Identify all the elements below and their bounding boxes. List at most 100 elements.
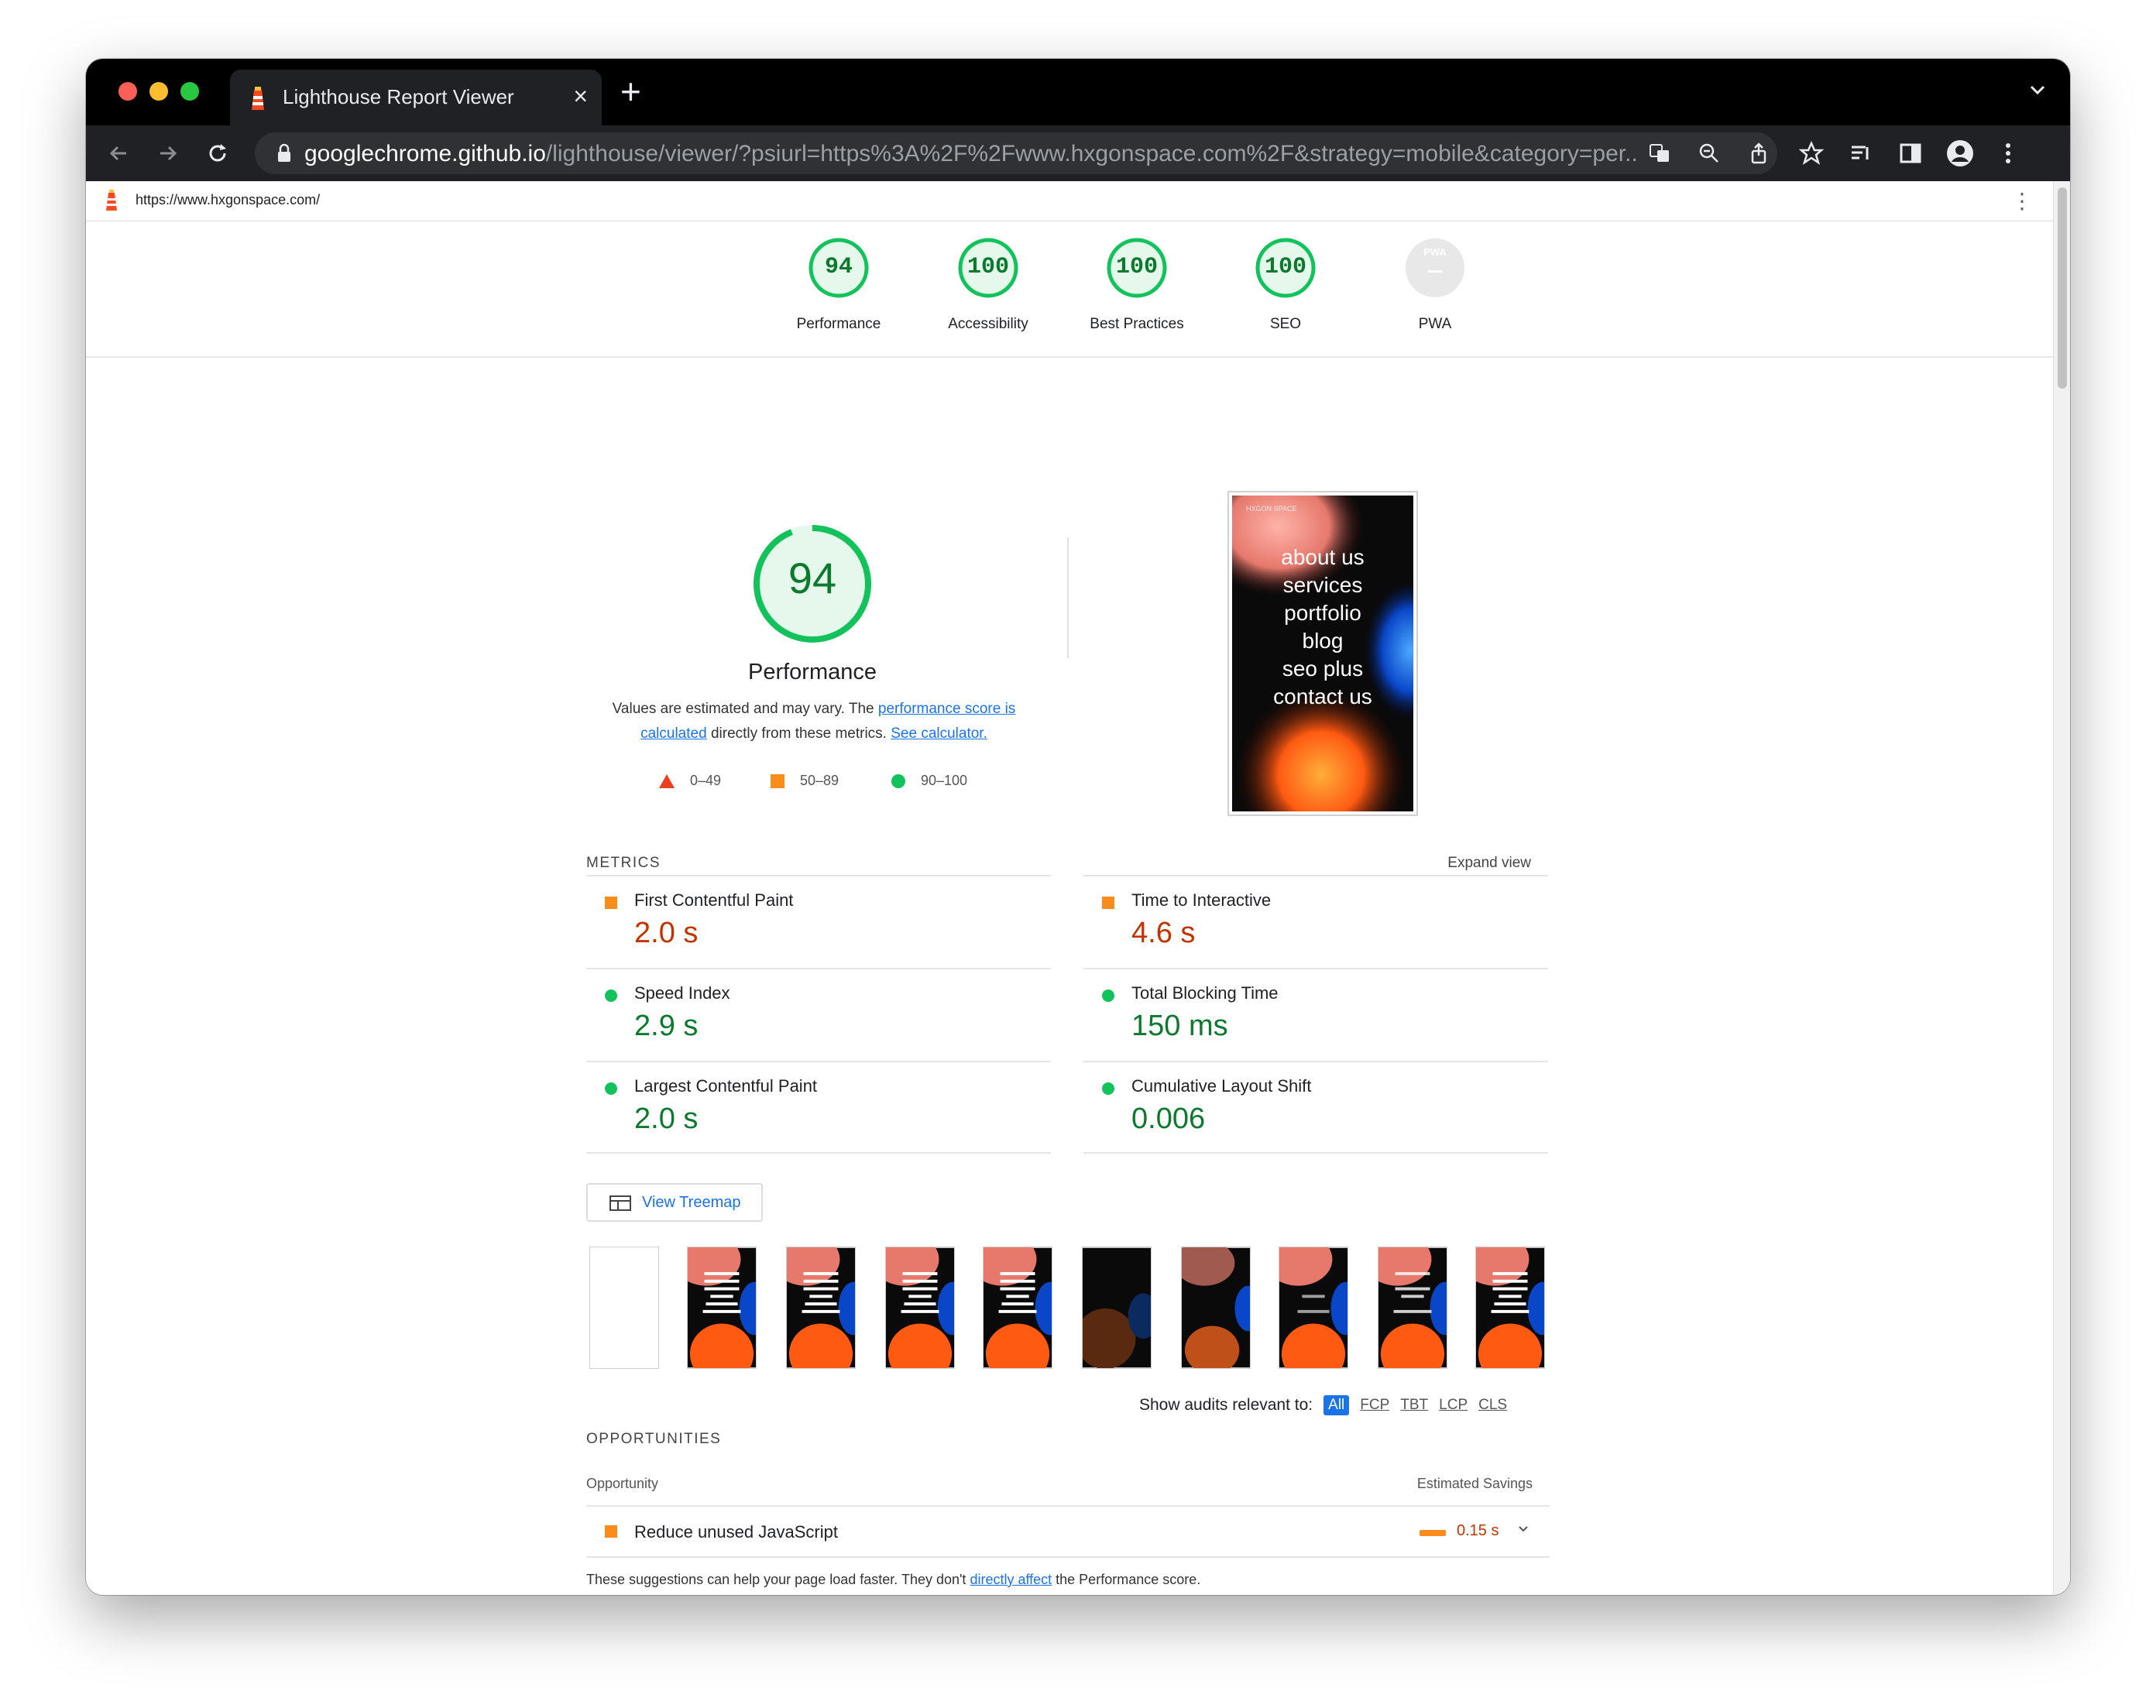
forward-arrow-icon[interactable] — [153, 138, 184, 169]
opportunities-note: These suggestions can help your page loa… — [586, 1572, 1200, 1588]
url-path: /lighthouse/viewer/?psiurl=https%3A%2F%2… — [545, 141, 1636, 166]
scrollbar-thumb[interactable] — [2058, 187, 2067, 389]
performance-title: Performance — [747, 660, 877, 684]
pass-circle-icon — [1102, 989, 1114, 1002]
opportunity-column-header: Opportunity — [586, 1476, 659, 1491]
screenshot-brand: HXGON SPACE — [1246, 505, 1297, 513]
maximize-window-button[interactable] — [180, 82, 199, 101]
zoom-out-icon[interactable] — [1694, 138, 1725, 169]
see-calculator-link[interactable]: See calculator. — [891, 725, 987, 742]
performance-score: 94 — [788, 554, 837, 602]
metric-value: 4.6 s — [1131, 917, 1196, 949]
gauge-score: 100 — [1264, 254, 1306, 280]
metric-title: Cumulative Layout Shift — [1131, 1076, 1312, 1096]
gauge-label: Best Practices — [1090, 316, 1184, 332]
screenshot-menu-item: blog — [1302, 629, 1344, 653]
reload-icon[interactable] — [202, 138, 233, 169]
pass-circle-icon — [605, 989, 617, 1002]
filter-label: Show audits relevant to: — [1139, 1396, 1313, 1414]
filter-chip-cls[interactable]: CLS — [1478, 1397, 1507, 1414]
screenshot-menu-item: services — [1282, 573, 1363, 597]
audit-filter: Show audits relevant to: All FCP TBT LCP… — [1139, 1395, 1507, 1415]
expand-view-toggle[interactable]: Expand view — [1426, 855, 1531, 872]
directly-affect-link[interactable]: directly affect — [970, 1572, 1052, 1587]
metric-value: 2.0 s — [634, 917, 699, 949]
active-tab[interactable]: Lighthouse Report Viewer × — [230, 70, 602, 125]
screenshot-menu-item: about us — [1281, 545, 1365, 569]
metric-fcp: First Contentful Paint 2.0 s — [586, 875, 1051, 968]
gauge-label: Accessibility — [948, 316, 1028, 332]
screenshot-image: HXGON SPACE about us services portfolio … — [1232, 496, 1413, 811]
pass-circle-icon — [605, 1082, 617, 1095]
filmstrip-frame — [885, 1247, 955, 1369]
close-tab-icon[interactable]: × — [573, 82, 588, 110]
filter-chip-fcp[interactable]: FCP — [1360, 1397, 1389, 1414]
gauge-best-practices[interactable]: 100 Best Practices — [1067, 237, 1207, 353]
filter-chip-tbt[interactable]: TBT — [1400, 1397, 1428, 1414]
metric-title: Total Blocking Time — [1131, 983, 1279, 1003]
view-treemap-button[interactable]: View Treemap — [586, 1183, 763, 1222]
treemap-icon — [609, 1195, 631, 1211]
estimated-savings-column-header: Estimated Savings — [1416, 1476, 1533, 1491]
gauge-accessibility[interactable]: 100 Accessibility — [918, 237, 1058, 353]
new-tab-button[interactable]: + — [620, 73, 641, 110]
triangle-icon — [659, 773, 675, 788]
close-window-button[interactable] — [118, 82, 137, 101]
divider — [1067, 537, 1069, 658]
lighthouse-logo-icon — [106, 190, 117, 211]
minimize-window-button[interactable] — [149, 82, 168, 101]
category-gauges: 94 Performance 100 Accessibility 100 Bes… — [86, 221, 2053, 358]
final-screenshot[interactable]: HXGON SPACE about us services portfolio … — [1227, 491, 1418, 816]
circle-icon — [891, 773, 905, 788]
tab-search-chevron-icon[interactable] — [2027, 79, 2048, 101]
lighthouse-icon — [252, 87, 264, 110]
metric-value: 0.006 — [1131, 1103, 1206, 1135]
lock-icon[interactable] — [276, 143, 292, 163]
savings-bar — [1420, 1530, 1446, 1536]
back-arrow-icon[interactable] — [103, 138, 134, 169]
metric-lcp: Largest Contentful Paint 2.0 s — [586, 1061, 1051, 1154]
chrome-menu-icon[interactable] — [1993, 138, 2024, 169]
legend-average: 50–89 — [771, 773, 839, 789]
square-icon — [771, 773, 784, 788]
page-scrollbar[interactable] — [2053, 181, 2070, 1595]
opportunity-row[interactable]: Reduce unused JavaScript 0.15 s — [586, 1505, 1550, 1558]
screenshot-menu-item: portfolio — [1284, 601, 1361, 625]
screenshot-menu-item: seo plus — [1282, 657, 1364, 681]
report-page: https://www.hxgonspace.com/ ⋮ 94 Perform… — [86, 181, 2070, 1595]
filmstrip-frame — [687, 1247, 757, 1369]
report-tools-menu-icon[interactable]: ⋮ — [2011, 190, 2033, 212]
translate-icon[interactable] — [1644, 138, 1675, 169]
bookmark-star-icon[interactable] — [1796, 138, 1827, 169]
gauge-label: SEO — [1269, 316, 1302, 332]
address-bar[interactable]: googlechrome.github.io/lighthouse/viewer… — [255, 132, 1777, 174]
average-square-icon — [1102, 897, 1114, 909]
gauge-label: PWA — [1418, 316, 1452, 332]
profile-avatar-icon[interactable] — [1945, 138, 1976, 169]
filter-chip-lcp[interactable]: LCP — [1439, 1397, 1468, 1414]
legend-range: 50–89 — [800, 773, 839, 788]
gauge-pwa[interactable]: PWA — PWA — [1365, 237, 1505, 353]
metrics-column-right: Time to Interactive 4.6 s Total Blocking… — [1083, 875, 1548, 1154]
metric-speed-index: Speed Index 2.9 s — [586, 968, 1051, 1061]
chevron-down-icon[interactable] — [1516, 1521, 1531, 1536]
url-text[interactable]: googlechrome.github.io/lighthouse/viewer… — [304, 141, 1636, 167]
metrics-column-left: First Contentful Paint 2.0 s Speed Index… — [586, 875, 1051, 1154]
share-icon[interactable] — [1743, 138, 1774, 169]
screenshot-menu-item: contact us — [1273, 684, 1372, 708]
gauge-seo[interactable]: 100 SEO — [1216, 237, 1355, 353]
metric-tbt: Total Blocking Time 150 ms — [1083, 968, 1548, 1061]
reading-list-icon[interactable] — [1845, 138, 1876, 169]
report-url[interactable]: https://www.hxgonspace.com/ — [136, 192, 320, 208]
filmstrip-frame — [589, 1247, 659, 1369]
gauge-score: 94 — [824, 254, 853, 280]
legend-fail: 0–49 — [659, 773, 721, 789]
side-panel-icon[interactable] — [1895, 138, 1926, 169]
browser-toolbar: googlechrome.github.io/lighthouse/viewer… — [86, 125, 2070, 181]
gauge-performance[interactable]: 94 Performance — [769, 237, 908, 353]
tab-strip: Lighthouse Report Viewer × + — [86, 59, 2070, 125]
legend-range: 0–49 — [690, 773, 722, 788]
filmstrip-frame — [1378, 1247, 1447, 1369]
filter-chip-all[interactable]: All — [1323, 1395, 1350, 1415]
legend-pass: 90–100 — [891, 773, 967, 789]
